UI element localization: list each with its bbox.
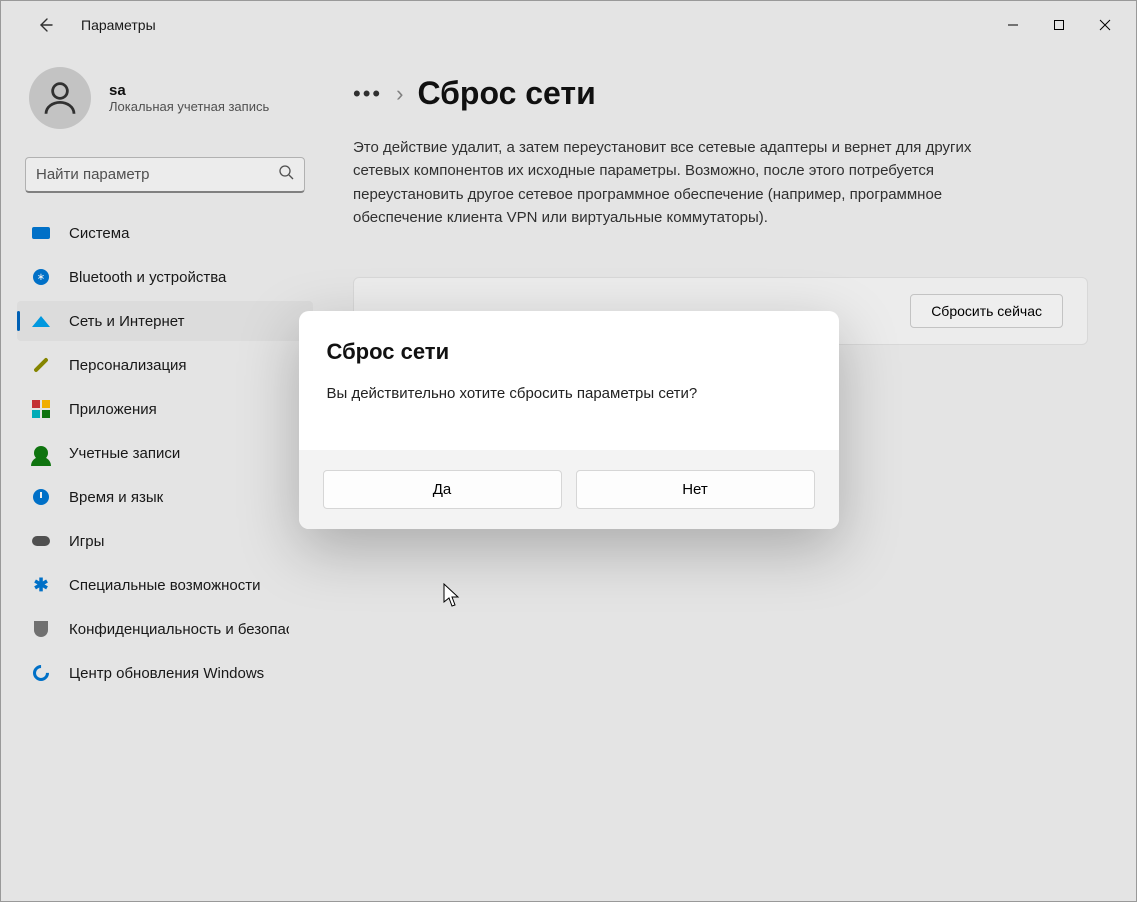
dialog-yes-button[interactable]: Да [323, 470, 562, 509]
confirm-dialog: Сброс сети Вы действительно хотите сброс… [299, 311, 839, 529]
dialog-actions: Да Нет [299, 450, 839, 529]
dialog-title: Сброс сети [327, 339, 811, 365]
dialog-body: Сброс сети Вы действительно хотите сброс… [299, 311, 839, 450]
dialog-message: Вы действительно хотите сбросить парамет… [327, 385, 811, 402]
modal-overlay: Сброс сети Вы действительно хотите сброс… [1, 1, 1136, 901]
settings-window: Параметры sa Локальная учетная зап [0, 0, 1137, 902]
dialog-no-button[interactable]: Нет [576, 470, 815, 509]
